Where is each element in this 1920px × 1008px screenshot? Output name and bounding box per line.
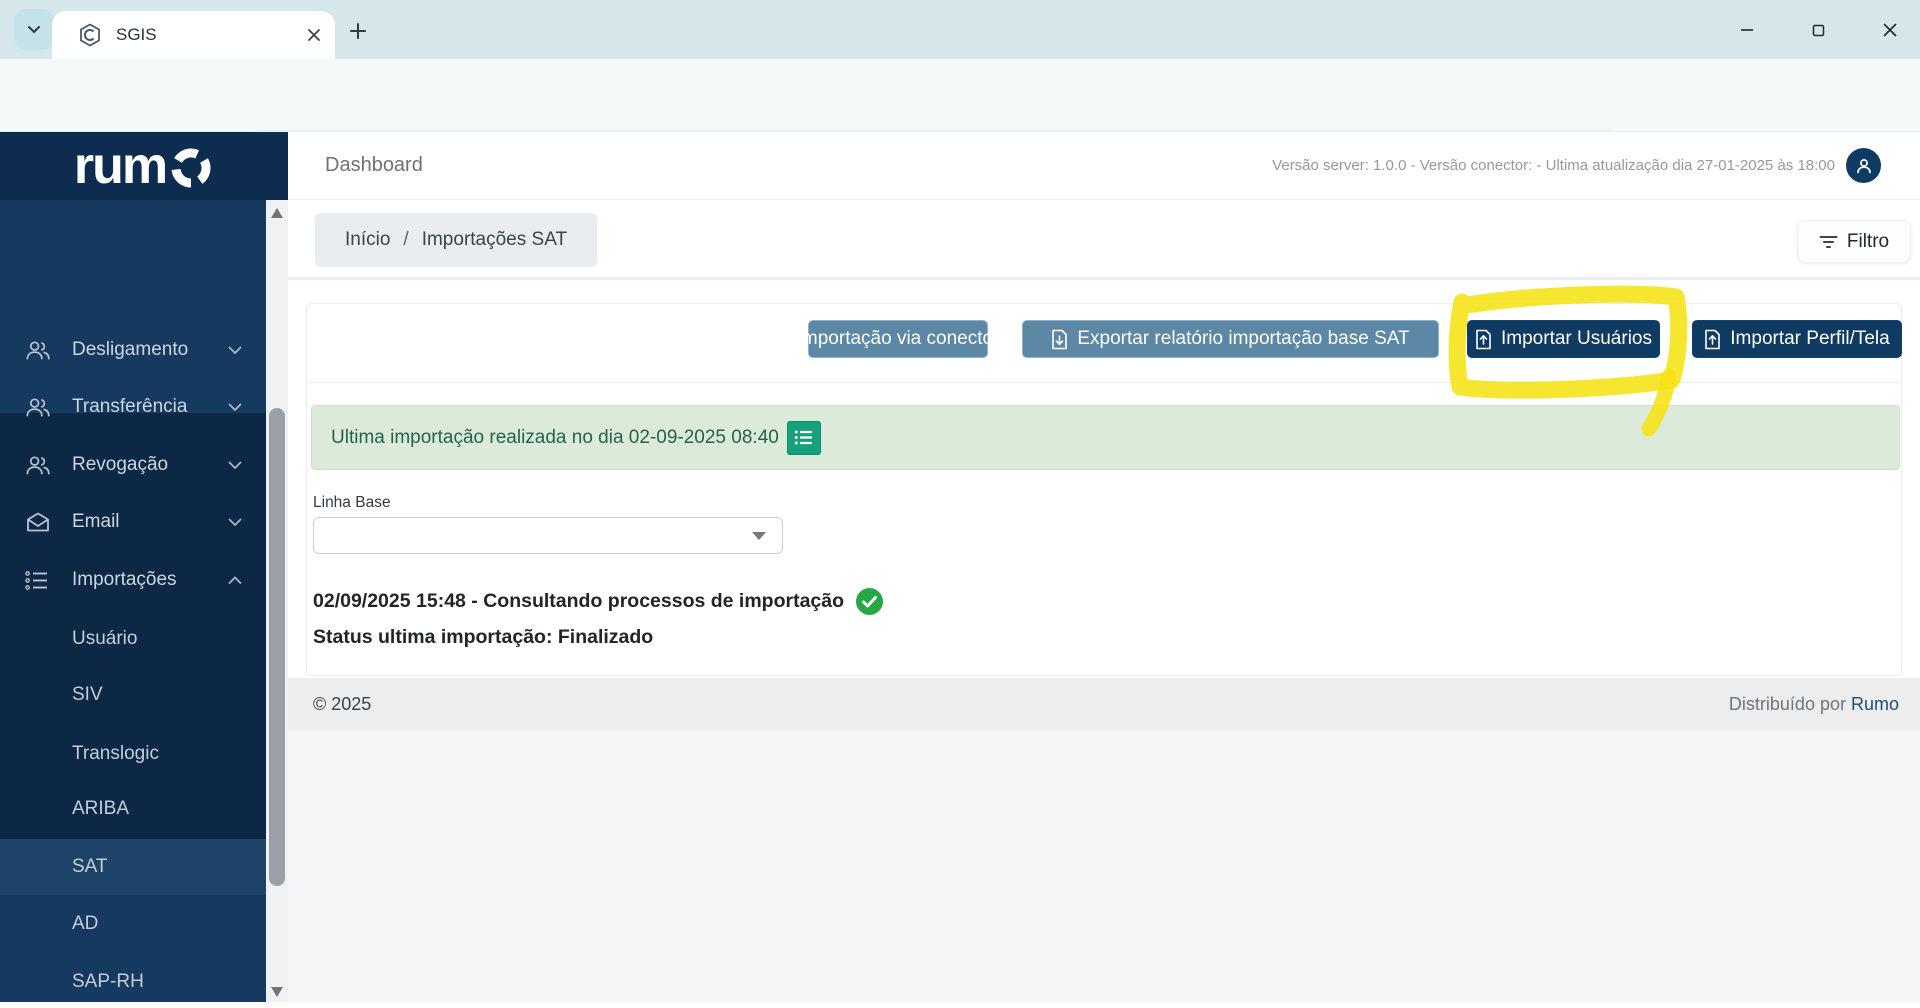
linha-base-label: Linha Base bbox=[313, 494, 391, 511]
footer: © 2025 Distribuído por Rumo bbox=[288, 678, 1920, 730]
button-label: Importação via conector bbox=[796, 328, 1000, 349]
new-tab-button[interactable] bbox=[343, 16, 373, 46]
page-title: Dashboard bbox=[325, 154, 423, 176]
breadcrumb: Início / Importações SAT bbox=[315, 213, 598, 267]
user-avatar-button[interactable] bbox=[1846, 148, 1881, 183]
success-alert: Ultima importação realizada no dia 02-09… bbox=[311, 405, 1900, 470]
rumo-logo-swirl-icon bbox=[171, 148, 211, 188]
sidebar-item-importacoes[interactable]: Importações bbox=[0, 552, 266, 608]
sidebar-item-usuario[interactable]: Usuário bbox=[0, 611, 266, 667]
chevron-down-icon bbox=[228, 403, 242, 412]
check-circle-icon bbox=[856, 588, 884, 615]
mail-icon bbox=[25, 511, 51, 533]
distributed-by-prefix: Distribuído por bbox=[1728, 693, 1851, 714]
screen: SGIS Desligamento Transferência Revogaçã… bbox=[0, 0, 1920, 1008]
window-bottom-strip bbox=[0, 1002, 1920, 1008]
sidebar: Desligamento Transferência Revogação Email I… bbox=[0, 132, 288, 1008]
sidebar-item-sap-rh[interactable]: SAP-RH bbox=[0, 954, 266, 1008]
sidebar-item-label: Importações bbox=[72, 569, 177, 590]
sidebar-item-desligamento[interactable]: Desligamento bbox=[0, 322, 266, 378]
sidebar-item-ariba[interactable]: ARIBA bbox=[0, 781, 266, 837]
status-line-2: Status ultima importação: Finalizado bbox=[313, 626, 653, 649]
tab-search-button[interactable] bbox=[14, 9, 54, 50]
sidebar-item-label: Email bbox=[72, 511, 120, 532]
chevron-down-icon bbox=[28, 26, 40, 34]
button-label: Importar Usuários bbox=[1501, 328, 1652, 349]
importar-usuarios-button[interactable]: Importar Usuários bbox=[1467, 320, 1660, 358]
list-icon bbox=[25, 570, 51, 591]
rumo-link[interactable]: Rumo bbox=[1851, 694, 1899, 714]
sidebar-item-sat[interactable]: SAT bbox=[0, 839, 266, 895]
file-up-icon bbox=[1704, 329, 1721, 350]
sidebar-scrollbar-thumb[interactable] bbox=[269, 408, 285, 886]
filter-button[interactable]: Filtro bbox=[1797, 220, 1911, 263]
file-down-icon bbox=[1051, 329, 1068, 350]
copyright-text: © 2025 bbox=[313, 693, 372, 714]
file-up-icon bbox=[1475, 329, 1492, 350]
status-line-1: 02/09/2025 15:48 - Consultando processos… bbox=[313, 588, 884, 615]
browser-toolbar: sgis.web.rumolog.com/#/importacaoSAT bbox=[0, 59, 1920, 178]
filter-icon bbox=[1819, 235, 1838, 248]
status-line-1-text: 02/09/2025 15:48 - Consultando processos… bbox=[313, 590, 845, 612]
below-footer-area bbox=[288, 730, 1920, 1002]
tab-close-icon[interactable] bbox=[307, 28, 321, 42]
sidebar-item-translogic[interactable]: Translogic bbox=[0, 726, 266, 782]
button-label: Importar Perfil/Tela bbox=[1730, 328, 1890, 349]
rumo-logo: rum bbox=[73, 137, 168, 195]
sidebar-item-ad[interactable]: AD bbox=[0, 896, 266, 952]
distributed-by-text: Distribuído por Rumo bbox=[1729, 694, 1899, 715]
alert-details-button[interactable] bbox=[786, 420, 821, 455]
sidebar-item-label: SIV bbox=[72, 684, 103, 705]
users-icon bbox=[25, 339, 51, 362]
tab-title: SGIS bbox=[116, 25, 157, 44]
alert-text: Ultima importação realizada no dia 02-09… bbox=[331, 426, 779, 448]
linha-base-select[interactable] bbox=[313, 517, 783, 554]
sidebar-item-label: SAT bbox=[72, 856, 108, 877]
window-close-button[interactable] bbox=[1866, 12, 1914, 48]
users-icon bbox=[25, 396, 51, 419]
content-card bbox=[306, 303, 1902, 676]
window-minimize-button[interactable] bbox=[1723, 12, 1771, 48]
sidebar-item-email[interactable]: Email bbox=[0, 494, 266, 550]
version-text: Versão server: 1.0.0 - Versão conector: … bbox=[1272, 157, 1835, 174]
sidebar-item-label: ARIBA bbox=[72, 798, 130, 819]
sidebar-item-label: Translogic bbox=[72, 743, 159, 764]
card-header-border bbox=[306, 382, 1902, 383]
window-maximize-button[interactable] bbox=[1794, 12, 1842, 48]
status-line-2-text: Status ultima importação: Finalizado bbox=[313, 626, 654, 648]
importar-perfil-tela-button[interactable]: Importar Perfil/Tela bbox=[1692, 320, 1902, 358]
chevron-down-icon bbox=[228, 518, 242, 527]
person-icon bbox=[1856, 158, 1871, 173]
chevron-up-icon bbox=[228, 575, 242, 585]
sgis-favicon-icon bbox=[80, 23, 100, 47]
button-label: Exportar relatório importação base SAT bbox=[1077, 328, 1410, 349]
sidebar-item-siv[interactable]: SIV bbox=[0, 667, 266, 723]
section-divider bbox=[288, 277, 1920, 280]
logo-band: rum bbox=[0, 132, 288, 200]
filter-button-label: Filtro bbox=[1846, 230, 1890, 252]
breadcrumb-home-link[interactable]: Início bbox=[345, 229, 390, 251]
sidebar-item-transferencia[interactable]: Transferência bbox=[0, 379, 266, 435]
sidebar-item-label: SAP-RH bbox=[72, 971, 144, 992]
list-icon bbox=[795, 430, 813, 445]
browser-tab[interactable]: SGIS bbox=[52, 11, 335, 59]
chevron-down-icon bbox=[228, 346, 242, 355]
importacao-via-conector-button[interactable]: Importação via conector bbox=[797, 320, 999, 358]
sidebar-item-label: Revogação bbox=[72, 454, 169, 475]
app-header: Dashboard Versão server: 1.0.0 - Versão … bbox=[288, 132, 1920, 200]
users-icon bbox=[25, 454, 51, 477]
breadcrumb-separator: / bbox=[403, 229, 409, 250]
sidebar-item-label: Transferência bbox=[72, 396, 188, 417]
browser-tab-strip: SGIS bbox=[0, 0, 1920, 59]
breadcrumb-current: Importações SAT bbox=[421, 229, 568, 250]
sidebar-item-label: AD bbox=[72, 913, 99, 934]
sidebar-item-label: Desligamento bbox=[72, 339, 189, 360]
scrollbar-down-icon[interactable] bbox=[271, 987, 283, 997]
scrollbar-up-icon[interactable] bbox=[271, 208, 283, 218]
chevron-down-icon bbox=[228, 461, 242, 470]
sidebar-item-revogacao[interactable]: Revogação bbox=[0, 437, 266, 493]
sidebar-item-label: Usuário bbox=[72, 628, 138, 649]
exportar-relatorio-importacao-base-sat-button[interactable]: Exportar relatório importação base SAT bbox=[1022, 320, 1439, 358]
select-caret-icon bbox=[752, 531, 766, 540]
